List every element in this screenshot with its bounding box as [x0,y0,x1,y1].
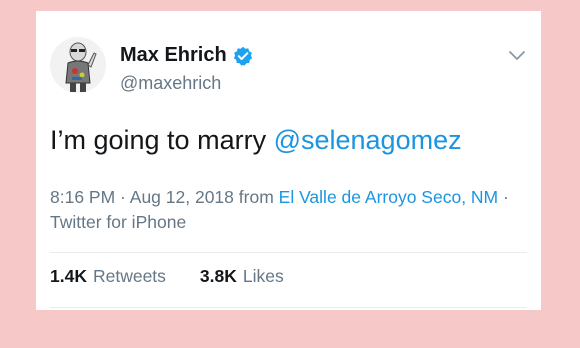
meta-from: from [233,187,279,207]
author-name[interactable]: Max Ehrich [120,44,227,67]
tweet-card: Max Ehrich @maxehrich I’m going to marry… [36,11,541,310]
retweets-count: 1.4K [50,266,87,286]
source-link[interactable]: Twitter for iPhone [50,212,186,232]
meta-separator: · [115,187,130,207]
tweet-meta: 8:16 PM · Aug 12, 2018 from El Valle de … [50,185,530,235]
avatar[interactable] [50,37,106,93]
location-link[interactable]: El Valle de Arroyo Seco, NM [279,187,499,207]
chevron-down-icon[interactable] [508,49,526,63]
avatar-image [50,37,106,93]
likes-count: 3.8K [199,266,237,286]
author-handle[interactable]: @maxehrich [120,73,221,94]
tweet-time[interactable]: 8:16 PM [50,187,115,207]
verified-badge-icon [233,46,253,66]
retweets-stat[interactable]: 1.4K Retweets [50,266,166,287]
divider [50,307,527,308]
tweet-date[interactable]: Aug 12, 2018 [130,187,234,207]
likes-stat[interactable]: 3.8K Likes [200,266,284,287]
tweet-text: I’m going to marry @selenagomez [50,125,462,156]
likes-label: Likes [242,266,284,286]
mention-link[interactable]: @selenagomez [274,125,462,155]
author-name-row[interactable]: Max Ehrich [120,44,253,67]
tweet-body: I’m going to marry [50,125,274,155]
divider [50,252,527,253]
meta-separator: · [498,187,509,207]
tweet-stats: 1.4K Retweets 3.8K Likes [50,266,284,287]
retweets-label: Retweets [92,266,166,286]
